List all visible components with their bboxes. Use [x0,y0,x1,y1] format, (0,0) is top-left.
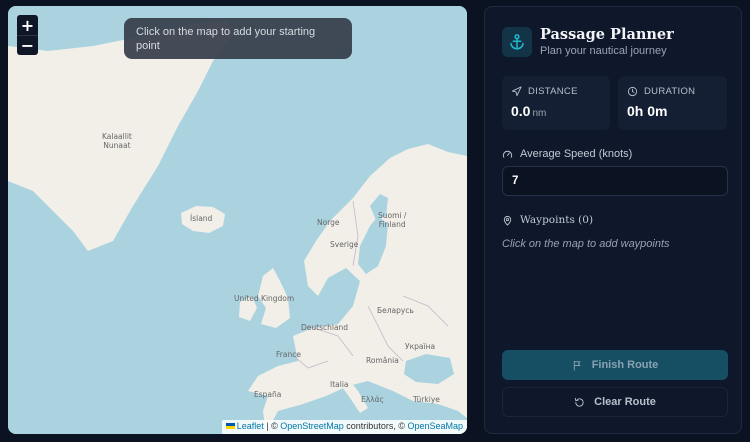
map-label-greece: Ελλάς [361,395,384,404]
clear-route-button[interactable]: Clear Route [502,387,728,417]
map-label-romania: România [366,356,399,365]
duration-card: DURATION 0h 0m [618,76,727,130]
openstreetmap-link[interactable]: OpenStreetMap [280,421,344,431]
map-view[interactable]: Kalaallit Nunaat Ísland Norge Sverige Su… [8,6,467,434]
waypoints-label-row: Waypoints (0) [502,214,593,226]
app-subtitle: Plan your nautical journey [540,45,667,57]
duration-value: 0h 0m [627,103,668,119]
app-title: Passage Planner [540,26,674,43]
map-label-ukraine: Україна [405,342,436,351]
finish-route-button[interactable]: Finish Route [502,350,728,380]
gauge-icon [502,150,513,158]
map-label-spain: España [254,390,282,399]
duration-label: DURATION [644,86,696,97]
waypoints-hint: Click on the map to add waypoints [502,238,670,250]
map-label-norway: Norge [317,218,340,227]
zoom-out-button[interactable]: − [17,35,38,55]
speed-label: Average Speed (knots) [520,148,633,160]
reset-icon [575,397,584,407]
ukraine-flag-icon [225,423,235,429]
clear-route-label: Clear Route [594,396,656,408]
distance-label: DISTANCE [528,86,578,97]
attribution-text: contributors, © [343,421,408,431]
zoom-control: + − [17,15,38,55]
map-pin-icon [503,215,512,226]
finish-route-label: Finish Route [591,359,659,371]
map-hint-tooltip: Click on the map to add your starting po… [124,18,352,59]
speed-label-row: Average Speed (knots) [502,148,632,160]
distance-value: 0.0 [511,103,531,119]
zoom-in-button[interactable]: + [17,15,38,35]
map-label-germany: Deutschland [301,323,349,332]
map-label-uk: United Kingdom [234,294,295,303]
map-label-france: France [276,350,301,359]
speed-input[interactable] [502,166,728,196]
distance-unit: nm [532,108,547,119]
waypoints-label: Waypoints (0) [520,214,594,226]
flag-icon [573,360,581,371]
clock-icon [627,86,638,97]
navigation-arrow-icon [511,86,522,97]
map-attribution: Leaflet | © OpenStreetMap contributors, … [221,420,467,434]
map-label-turkey: Türkiye [413,395,440,404]
openseamap-link[interactable]: OpenSeaMap [407,421,463,431]
leaflet-link[interactable]: Leaflet [237,421,264,431]
map-label-greenland: Kalaallit Nunaat [102,132,132,150]
route-panel: Passage Planner Plan your nautical journ… [484,6,742,434]
map-label-italy: Italia [330,380,349,389]
map-label-belarus: Беларусь [377,306,414,315]
attribution-separator: | © [263,421,281,431]
map-label-sweden: Sverige [330,240,359,249]
map-label-finland: Suomi / Finland [378,211,407,229]
map-label-iceland: Ísland [190,214,213,223]
anchor-icon [502,27,532,57]
distance-card: DISTANCE 0.0 nm [502,76,610,130]
